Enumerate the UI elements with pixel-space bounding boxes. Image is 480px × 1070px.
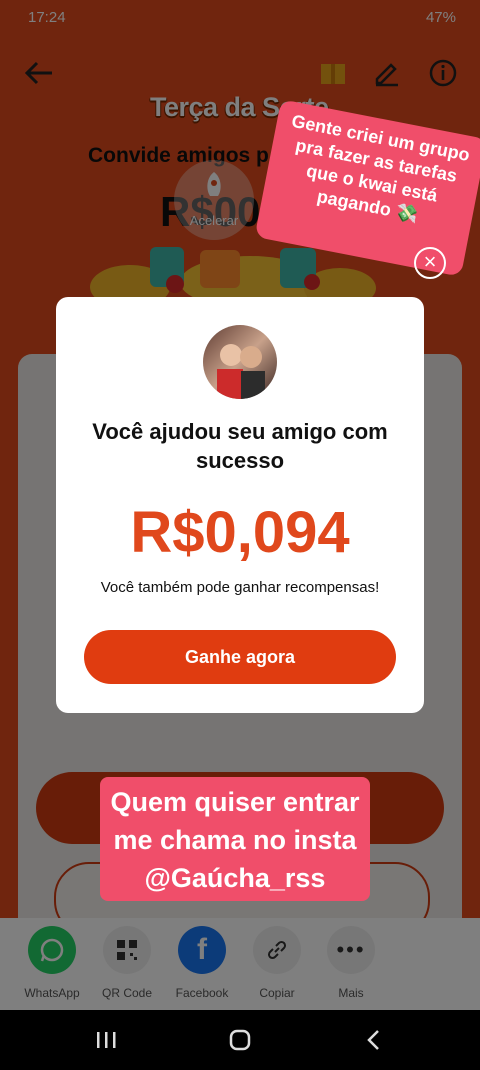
sticker-bottom-line: Quem quiser entrar — [110, 787, 360, 817]
reward-amount: R$0,094 — [130, 500, 350, 565]
avatar — [203, 325, 277, 399]
system-nav-bar — [0, 1010, 480, 1070]
modal-subtitle: Você também pode ganhar recompensas! — [100, 579, 380, 596]
app-screen: 17:24 47% Terça da Sorte Convide amigos … — [0, 0, 480, 1010]
sticker-bottom-line: me chama no insta — [113, 825, 357, 855]
home-icon[interactable] — [220, 1026, 260, 1054]
close-icon[interactable]: × — [414, 247, 446, 279]
sticker-bottom-line: @Gaúcha_rss — [144, 863, 326, 893]
modal-title: Você ajudou seu amigo com sucesso — [92, 419, 388, 473]
success-modal: Você ajudou seu amigo com sucesso R$0,09… — [56, 297, 424, 713]
recent-apps-icon[interactable] — [86, 1026, 126, 1054]
earn-now-button[interactable]: Ganhe agora — [84, 630, 396, 684]
sticker-bottom: Quem quiser entrar me chama no insta @Ga… — [100, 777, 370, 901]
back-nav-icon[interactable] — [354, 1026, 394, 1054]
